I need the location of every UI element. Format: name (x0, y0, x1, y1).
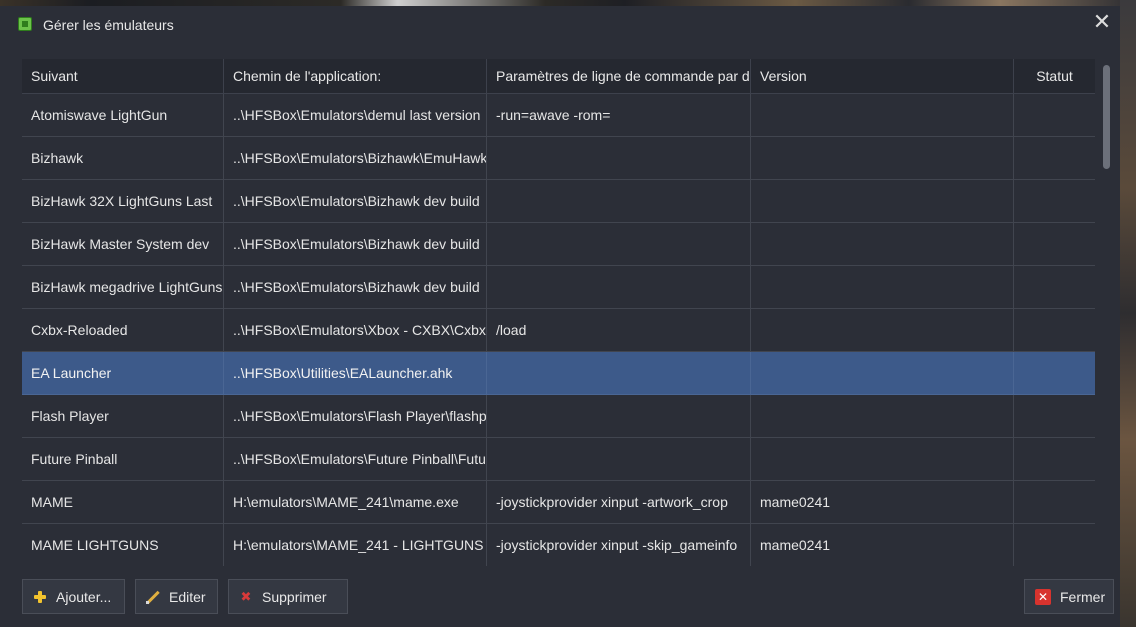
cell-name[interactable]: BizHawk 32X LightGuns Last (22, 180, 224, 223)
cell-version[interactable] (751, 223, 1014, 266)
cell-version[interactable] (751, 309, 1014, 352)
table-row[interactable]: Future Pinball ..\HFSBox\Emulators\Future… (22, 438, 1095, 481)
cell-version[interactable] (751, 438, 1014, 481)
window-title: Gérer les émulateurs (43, 17, 174, 33)
table-row[interactable]: MAME H:\emulators\MAME_241\mame.exe -joyst… (22, 481, 1095, 524)
delete-button[interactable]: ✖ Supprimer (228, 579, 348, 614)
cell-path[interactable]: ..\HFSBox\Emulators\demul last version (224, 94, 487, 137)
column-header-version[interactable]: Version (751, 59, 1014, 94)
cell-version[interactable] (751, 352, 1014, 395)
close-button[interactable]: ✕ Fermer (1024, 579, 1114, 614)
column-header-status[interactable]: Statut (1014, 59, 1095, 94)
cell-params[interactable]: -joystickprovider xinput -skip_gameinfo (487, 524, 751, 566)
cell-status[interactable] (1014, 395, 1095, 438)
cell-status[interactable] (1014, 266, 1095, 309)
background-edge (1120, 0, 1136, 627)
cell-version[interactable] (751, 180, 1014, 223)
column-header-path[interactable]: Chemin de l'application: (224, 59, 487, 94)
delete-button-label: Supprimer (262, 588, 327, 605)
title-bar: Gérer les émulateurs ✕ (0, 6, 1120, 42)
cell-params[interactable] (487, 395, 751, 438)
close-box-icon: ✕ (1035, 588, 1051, 605)
edit-button-label: Editer (169, 588, 206, 605)
table-row[interactable]: Bizhawk ..\HFSBox\Emulators\Bizhawk\EmuHa… (22, 137, 1095, 180)
cell-path[interactable]: ..\HFSBox\Emulators\Bizhawk dev build (224, 223, 487, 266)
cell-path[interactable]: H:\emulators\MAME_241\mame.exe (224, 481, 487, 524)
cell-status[interactable] (1014, 309, 1095, 352)
cell-name[interactable]: Flash Player (22, 395, 224, 438)
emulators-table: Suivant Chemin de l'application: Paramèt… (22, 59, 1095, 566)
cell-params[interactable]: /load (487, 309, 751, 352)
close-icon[interactable]: ✕ (1090, 10, 1114, 34)
pencil-icon (146, 590, 160, 604)
cell-path[interactable]: ..\HFSBox\Emulators\Bizhawk dev build (224, 180, 487, 223)
cell-version[interactable] (751, 94, 1014, 137)
cell-path[interactable]: ..\HFSBox\Emulators\Bizhawk\EmuHawk.exe (224, 137, 487, 180)
add-button-label: Ajouter... (56, 588, 112, 605)
scrollbar-thumb[interactable] (1103, 65, 1110, 169)
table-row[interactable]: BizHawk megadrive LightGuns ..\HFSBox\Emu… (22, 266, 1095, 309)
cell-path[interactable]: H:\emulators\MAME_241 - LIGHTGUNS (224, 524, 487, 566)
close-button-label: Fermer (1060, 588, 1106, 605)
cell-name[interactable]: MAME LIGHTGUNS (22, 524, 224, 566)
delete-icon: ✖ (240, 588, 252, 604)
cell-status[interactable] (1014, 223, 1095, 266)
cell-status[interactable] (1014, 137, 1095, 180)
cell-params[interactable] (487, 137, 751, 180)
table-row[interactable]: Atomiswave LightGun ..\HFSBox\Emulators\d… (22, 94, 1095, 137)
cell-status[interactable] (1014, 438, 1095, 481)
cell-path[interactable]: ..\HFSBox\Utilities\EALauncher.ahk (224, 352, 487, 395)
table-row[interactable]: BizHawk Master System dev ..\HFSBox\Emula… (22, 223, 1095, 266)
cell-name[interactable]: Bizhawk (22, 137, 224, 180)
plus-icon (33, 590, 47, 604)
cell-version[interactable]: mame0241 (751, 524, 1014, 566)
column-header-params[interactable]: Paramètres de ligne de commande par défa… (487, 59, 751, 94)
cell-status[interactable] (1014, 352, 1095, 395)
cell-status[interactable] (1014, 94, 1095, 137)
cell-name[interactable]: EA Launcher (22, 352, 224, 395)
cell-name[interactable]: Cxbx-Reloaded (22, 309, 224, 352)
column-header-name[interactable]: Suivant (22, 59, 224, 94)
cell-path[interactable]: ..\HFSBox\Emulators\Xbox - CXBX\Cxbx (224, 309, 487, 352)
cell-path[interactable]: ..\HFSBox\Emulators\Bizhawk dev build (224, 266, 487, 309)
app-icon (18, 17, 32, 31)
cell-name[interactable]: Atomiswave LightGun (22, 94, 224, 137)
cell-name[interactable]: BizHawk Master System dev (22, 223, 224, 266)
cell-version[interactable] (751, 137, 1014, 180)
cell-params[interactable] (487, 438, 751, 481)
add-button[interactable]: Ajouter... (22, 579, 125, 614)
cell-version[interactable] (751, 395, 1014, 438)
cell-path[interactable]: ..\HFSBox\Emulators\Flash Player\flashpl… (224, 395, 487, 438)
cell-version[interactable] (751, 266, 1014, 309)
cell-params[interactable] (487, 223, 751, 266)
manage-emulators-dialog: Gérer les émulateurs ✕ Suivant Chemin de… (0, 6, 1120, 627)
table-row[interactable]: Flash Player ..\HFSBox\Emulators\Flash Pl… (22, 395, 1095, 438)
table-row[interactable]: EA Launcher ..\HFSBox\Utilities\EALaunche… (22, 352, 1095, 395)
cell-status[interactable] (1014, 524, 1095, 566)
table-body: Atomiswave LightGun ..\HFSBox\Emulators\d… (22, 94, 1095, 566)
cell-path[interactable]: ..\HFSBox\Emulators\Future Pinball\Futur… (224, 438, 487, 481)
vertical-scrollbar[interactable] (1098, 59, 1114, 566)
table-row[interactable]: Cxbx-Reloaded ..\HFSBox\Emulators\Xbox - … (22, 309, 1095, 352)
cell-status[interactable] (1014, 481, 1095, 524)
cell-params[interactable] (487, 180, 751, 223)
cell-params[interactable] (487, 266, 751, 309)
cell-params[interactable] (487, 352, 751, 395)
table-row[interactable]: MAME LIGHTGUNS H:\emulators\MAME_241 - LI… (22, 524, 1095, 566)
cell-status[interactable] (1014, 180, 1095, 223)
edit-button[interactable]: Editer (135, 579, 218, 614)
table-row[interactable]: BizHawk 32X LightGuns Last ..\HFSBox\Emul… (22, 180, 1095, 223)
cell-version[interactable]: mame0241 (751, 481, 1014, 524)
cell-name[interactable]: MAME (22, 481, 224, 524)
cell-params[interactable]: -run=awave -rom= (487, 94, 751, 137)
cell-params[interactable]: -joystickprovider xinput -artwork_crop (487, 481, 751, 524)
cell-name[interactable]: Future Pinball (22, 438, 224, 481)
cell-name[interactable]: BizHawk megadrive LightGuns (22, 266, 224, 309)
table-header: Suivant Chemin de l'application: Paramèt… (22, 59, 1095, 94)
